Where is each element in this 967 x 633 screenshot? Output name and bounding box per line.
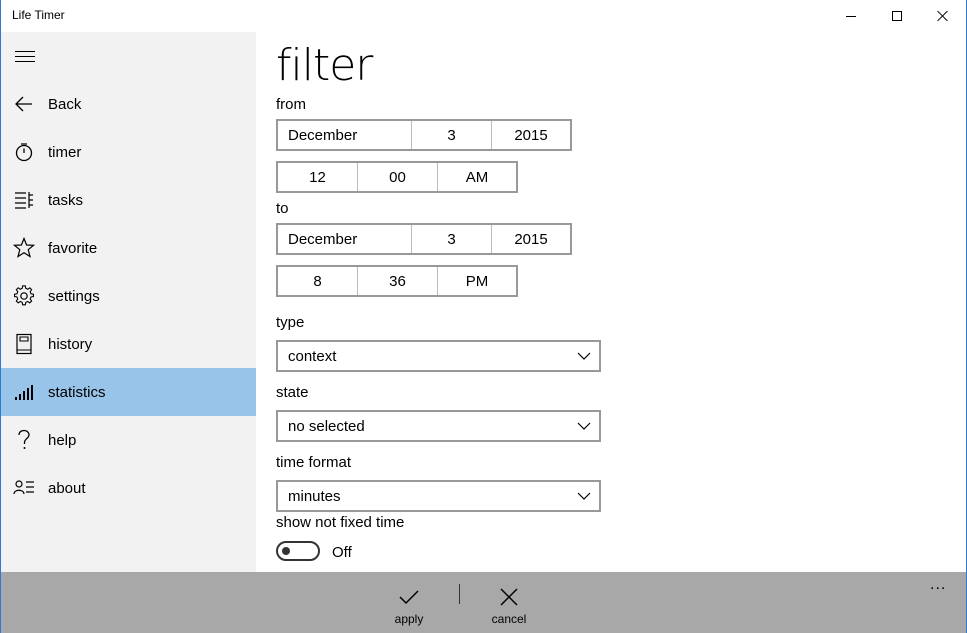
signal-bars-icon [1,368,47,416]
filter-panel: filter from December 3 2015 12 00 AM to … [276,32,966,572]
sidebar-item-help[interactable]: help [1,416,256,464]
apply-label: apply [394,612,424,626]
cancel-button[interactable]: cancel [474,572,544,633]
maximize-icon [892,11,902,21]
type-label: type [276,314,305,331]
app-window: Life Timer Back timer tasks favorite set… [0,0,967,633]
to-year[interactable]: 2015 [492,225,570,253]
to-date-picker[interactable]: December 3 2015 [276,223,572,255]
sidebar-item-label: statistics [48,383,106,401]
time-format-value: minutes [288,487,341,505]
to-hour[interactable]: 8 [278,267,358,295]
close-icon [500,588,518,606]
sidebar-item-label: about [48,479,86,497]
title-bar: Life Timer [1,0,966,32]
window-title: Life Timer [12,8,65,22]
chevron-down-icon [577,422,591,430]
to-period[interactable]: PM [438,267,516,295]
from-label: from [276,96,306,113]
chevron-down-icon [577,352,591,360]
star-icon [1,224,47,272]
to-time-picker[interactable]: 8 36 PM [276,265,518,297]
from-month[interactable]: December [278,121,412,149]
checkmark-icon [399,590,419,605]
close-icon [937,10,949,22]
time-format-label: time format [276,454,352,471]
toggle-knob [282,547,290,555]
sidebar-item-about[interactable]: about [1,464,256,512]
sidebar-item-statistics[interactable]: statistics [1,368,256,416]
list-icon [1,176,47,224]
sidebar-item-tasks[interactable]: tasks [1,176,256,224]
sidebar-item-label: tasks [48,191,84,209]
command-separator [459,584,460,604]
to-label: to [276,200,289,217]
state-dropdown[interactable]: no selected [276,410,601,442]
sidebar-item-label: settings [48,287,100,305]
show-not-fixed-toggle[interactable] [276,541,320,561]
more-options-button[interactable]: ... [930,576,946,594]
time-format-dropdown[interactable]: minutes [276,480,601,512]
sidebar-item-history[interactable]: history [1,320,256,368]
type-value: context [288,347,337,365]
state-value: no selected [288,417,365,435]
from-period[interactable]: AM [438,163,516,191]
sidebar: Back timer tasks favorite settings histo… [1,32,256,572]
apply-button[interactable]: apply [374,572,444,633]
command-bar: apply cancel ... [1,572,966,633]
sidebar-item-label: Back [48,95,82,113]
minimize-button[interactable] [828,0,874,32]
stopwatch-icon [1,128,47,176]
to-minute[interactable]: 36 [358,267,438,295]
sidebar-item-timer[interactable]: timer [1,128,256,176]
sidebar-item-label: help [48,431,77,449]
back-arrow-icon [1,80,47,128]
contact-list-icon [1,464,47,512]
from-hour[interactable]: 12 [278,163,358,191]
maximize-button[interactable] [874,0,920,32]
cancel-label: cancel [491,612,527,626]
minimize-icon [846,15,856,17]
show-not-fixed-label: show not fixed time [276,514,405,531]
from-year[interactable]: 2015 [492,121,570,149]
page-title: filter [276,40,373,91]
hamburger-menu-button[interactable] [1,32,49,80]
sidebar-item-label: favorite [48,239,98,257]
sidebar-item-favorite[interactable]: favorite [1,224,256,272]
close-button[interactable] [920,0,966,32]
book-icon [1,320,47,368]
to-day[interactable]: 3 [412,225,492,253]
chevron-down-icon [577,492,591,500]
from-day[interactable]: 3 [412,121,492,149]
from-time-picker[interactable]: 12 00 AM [276,161,518,193]
to-month[interactable]: December [278,225,412,253]
question-icon [1,416,47,464]
sidebar-item-back[interactable]: Back [1,80,256,128]
toggle-state-text: Off [332,544,352,561]
from-date-picker[interactable]: December 3 2015 [276,119,572,151]
sidebar-item-label: timer [48,143,82,161]
type-dropdown[interactable]: context [276,340,601,372]
sidebar-item-settings[interactable]: settings [1,272,256,320]
gear-icon [1,272,47,320]
state-label: state [276,384,309,401]
from-minute[interactable]: 00 [358,163,438,191]
sidebar-item-label: history [48,335,93,353]
